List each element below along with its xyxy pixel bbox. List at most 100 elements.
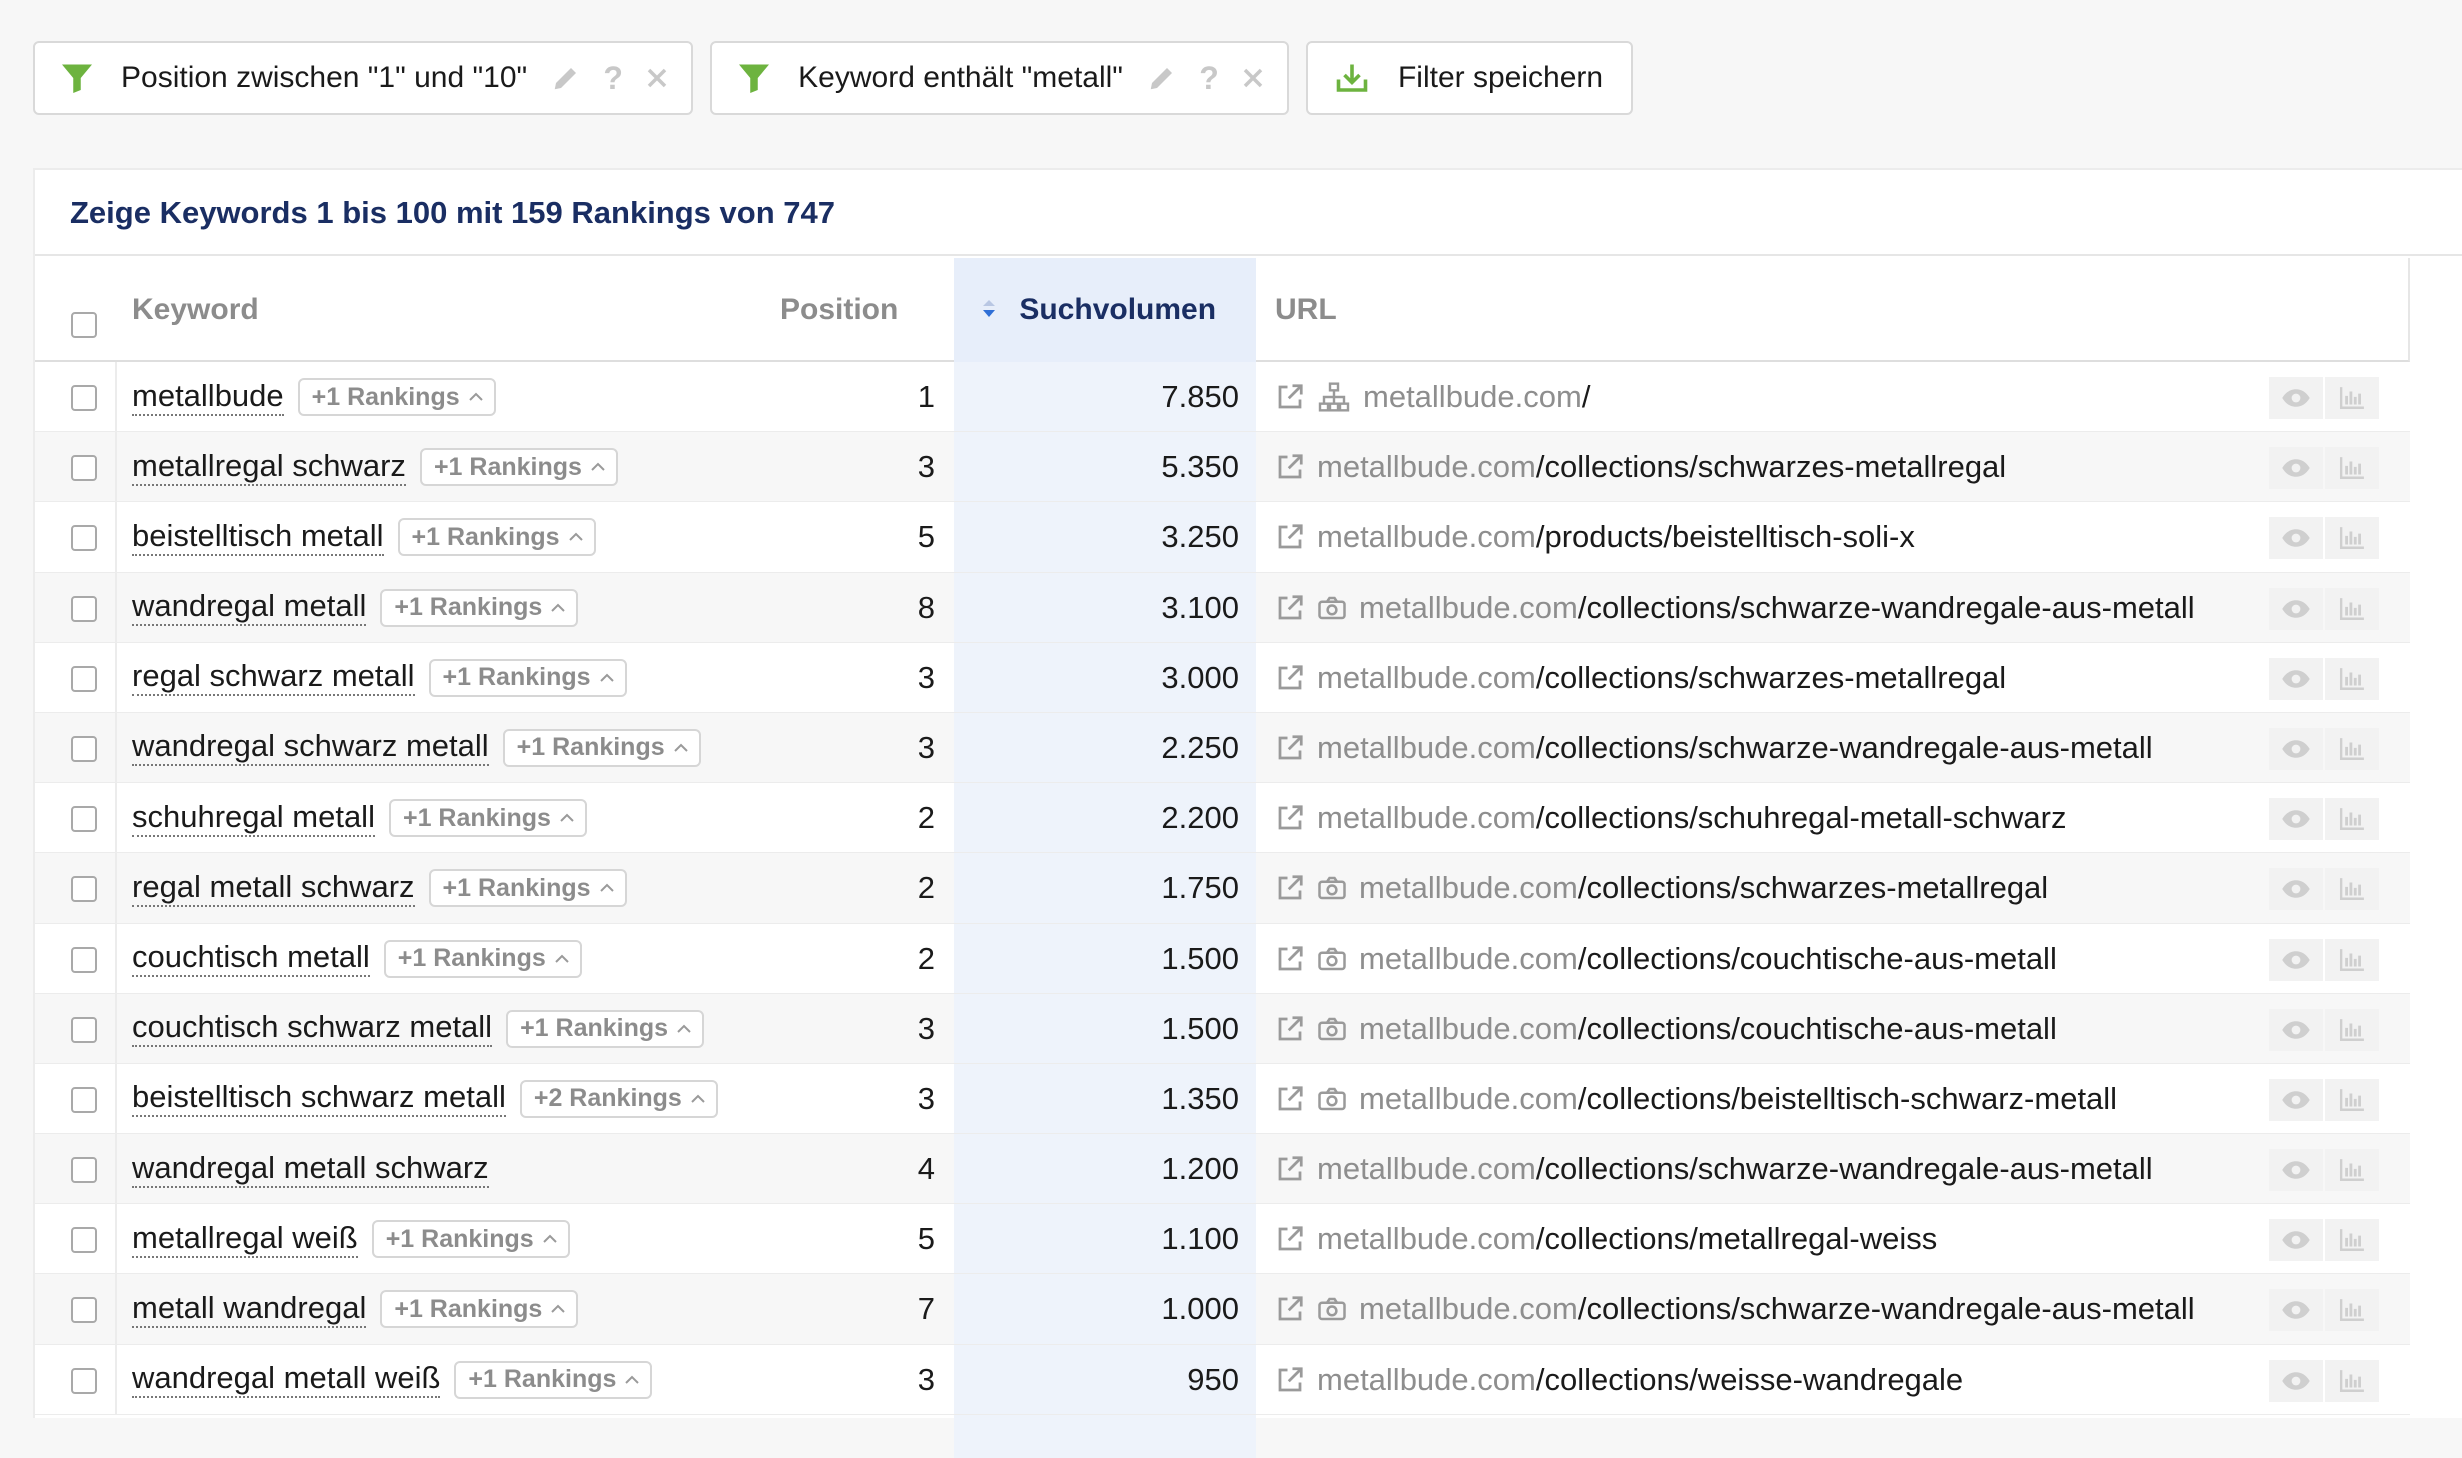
- chart-button[interactable]: [2325, 1149, 2379, 1192]
- chart-button[interactable]: [2325, 1289, 2379, 1332]
- keyword-link[interactable]: wandregal metall: [132, 589, 367, 627]
- url-path[interactable]: /collections/metallregal-weiss: [1536, 1221, 1937, 1257]
- row-checkbox[interactable]: [71, 1297, 97, 1324]
- filter-chip-keyword[interactable]: Keyword enthält "metall" ?: [710, 41, 1289, 115]
- url-path[interactable]: /collections/beistelltisch-schwarz-metal…: [1578, 1081, 2117, 1117]
- chart-button[interactable]: [2325, 1359, 2379, 1402]
- url-path[interactable]: /: [1582, 379, 1591, 415]
- keyword-link[interactable]: metall wandregal: [132, 1290, 367, 1328]
- column-header-keyword[interactable]: Keyword: [132, 258, 259, 362]
- row-checkbox[interactable]: [71, 1157, 97, 1184]
- chart-button[interactable]: [2325, 517, 2379, 560]
- rankings-toggle-button[interactable]: +1 Rankings: [419, 448, 618, 487]
- view-button[interactable]: [2269, 1078, 2323, 1121]
- chart-button[interactable]: [2325, 868, 2379, 911]
- sitemap-icon[interactable]: [1317, 381, 1351, 413]
- external-link-icon[interactable]: [1275, 733, 1305, 763]
- url-domain[interactable]: metallbude.com: [1317, 730, 1536, 766]
- row-checkbox[interactable]: [71, 1016, 97, 1043]
- chart-button[interactable]: [2325, 447, 2379, 490]
- chart-button[interactable]: [2325, 1219, 2379, 1262]
- url-domain[interactable]: metallbude.com: [1359, 1011, 1578, 1047]
- view-button[interactable]: [2269, 1289, 2323, 1332]
- url-path[interactable]: /collections/schwarzes-metallregal: [1536, 660, 2006, 696]
- external-link-icon[interactable]: [1275, 1084, 1305, 1114]
- url-domain[interactable]: metallbude.com: [1317, 519, 1536, 555]
- rankings-toggle-button[interactable]: +1 Rankings: [380, 1290, 579, 1329]
- row-checkbox[interactable]: [71, 806, 97, 833]
- rankings-toggle-button[interactable]: +1 Rankings: [428, 869, 627, 908]
- external-link-icon[interactable]: [1275, 873, 1305, 903]
- view-button[interactable]: [2269, 1219, 2323, 1262]
- keyword-link[interactable]: metallregal schwarz: [132, 448, 406, 486]
- rankings-toggle-button[interactable]: +2 Rankings: [519, 1079, 718, 1118]
- column-header-url[interactable]: URL: [1275, 258, 1337, 362]
- url-domain[interactable]: metallbude.com: [1317, 660, 1536, 696]
- save-filter-button[interactable]: Filter speichern: [1305, 41, 1634, 115]
- row-checkbox[interactable]: [71, 946, 97, 973]
- external-link-icon[interactable]: [1275, 663, 1305, 693]
- rankings-toggle-button[interactable]: +1 Rankings: [380, 588, 579, 627]
- keyword-link[interactable]: wandregal schwarz metall: [132, 729, 489, 767]
- rankings-toggle-button[interactable]: +1 Rankings: [502, 728, 701, 767]
- row-checkbox[interactable]: [71, 1227, 97, 1254]
- camera-icon[interactable]: [1317, 1014, 1347, 1044]
- view-button[interactable]: [2269, 798, 2323, 841]
- row-checkbox[interactable]: [71, 595, 97, 622]
- keyword-link[interactable]: couchtisch schwarz metall: [132, 1010, 493, 1048]
- view-button[interactable]: [2269, 1008, 2323, 1051]
- url-path[interactable]: /collections/weisse-wandregale: [1536, 1362, 1963, 1398]
- external-link-icon[interactable]: [1275, 944, 1305, 974]
- rankings-toggle-button[interactable]: +1 Rankings: [371, 1220, 570, 1259]
- chart-button[interactable]: [2325, 377, 2379, 419]
- external-link-icon[interactable]: [1275, 452, 1305, 482]
- rankings-toggle-button[interactable]: +1 Rankings: [383, 939, 582, 978]
- rankings-toggle-button[interactable]: +1 Rankings: [388, 799, 587, 838]
- external-link-icon[interactable]: [1275, 1294, 1305, 1324]
- external-link-icon[interactable]: [1275, 1224, 1305, 1254]
- help-icon[interactable]: ?: [1199, 60, 1219, 97]
- url-path[interactable]: /collections/schwarzes-metallregal: [1578, 870, 2048, 906]
- url-domain[interactable]: metallbude.com: [1359, 590, 1578, 626]
- url-domain[interactable]: metallbude.com: [1317, 1151, 1536, 1187]
- view-button[interactable]: [2269, 938, 2323, 981]
- url-path[interactable]: /collections/schwarze-wandregale-aus-met…: [1536, 1151, 2153, 1187]
- url-domain[interactable]: metallbude.com: [1363, 379, 1582, 415]
- url-domain[interactable]: metallbude.com: [1359, 1291, 1578, 1327]
- select-all-checkbox[interactable]: [71, 312, 97, 338]
- url-path[interactable]: /collections/schwarze-wandregale-aus-met…: [1536, 730, 2153, 766]
- row-checkbox[interactable]: [71, 735, 97, 762]
- row-checkbox[interactable]: [71, 525, 97, 552]
- url-domain[interactable]: metallbude.com: [1317, 1221, 1536, 1257]
- rankings-toggle-button[interactable]: +1 Rankings: [428, 658, 627, 697]
- camera-icon[interactable]: [1317, 1294, 1347, 1324]
- view-button[interactable]: [2269, 517, 2323, 560]
- keyword-link[interactable]: metallbude: [132, 378, 284, 416]
- keyword-link[interactable]: beistelltisch schwarz metall: [132, 1080, 506, 1118]
- close-icon[interactable]: [645, 66, 669, 90]
- rankings-toggle-button[interactable]: +1 Rankings: [397, 518, 596, 557]
- pencil-icon[interactable]: [1147, 63, 1177, 93]
- chart-button[interactable]: [2325, 1008, 2379, 1051]
- external-link-icon[interactable]: [1275, 1014, 1305, 1044]
- filter-chip-position[interactable]: Position zwischen "1" und "10" ?: [33, 41, 694, 115]
- close-icon[interactable]: [1241, 66, 1265, 90]
- keyword-link[interactable]: regal schwarz metall: [132, 659, 415, 697]
- column-header-position[interactable]: Position: [780, 258, 898, 362]
- chart-button[interactable]: [2325, 798, 2379, 841]
- url-path[interactable]: /collections/schwarzes-metallregal: [1536, 449, 2006, 485]
- url-path[interactable]: /collections/schwarze-wandregale-aus-met…: [1578, 590, 2195, 626]
- view-button[interactable]: [2269, 727, 2323, 770]
- rankings-toggle-button[interactable]: +1 Rankings: [454, 1360, 653, 1399]
- view-button[interactable]: [2269, 447, 2323, 490]
- row-checkbox[interactable]: [71, 385, 97, 411]
- view-button[interactable]: [2269, 587, 2323, 630]
- camera-icon[interactable]: [1317, 873, 1347, 903]
- url-domain[interactable]: metallbude.com: [1359, 1081, 1578, 1117]
- url-domain[interactable]: metallbude.com: [1317, 800, 1536, 836]
- pencil-icon[interactable]: [551, 63, 581, 93]
- row-checkbox[interactable]: [71, 455, 97, 482]
- chart-button[interactable]: [2325, 657, 2379, 700]
- url-path[interactable]: /collections/schuhregal-metall-schwarz: [1536, 800, 2067, 836]
- url-domain[interactable]: metallbude.com: [1359, 941, 1578, 977]
